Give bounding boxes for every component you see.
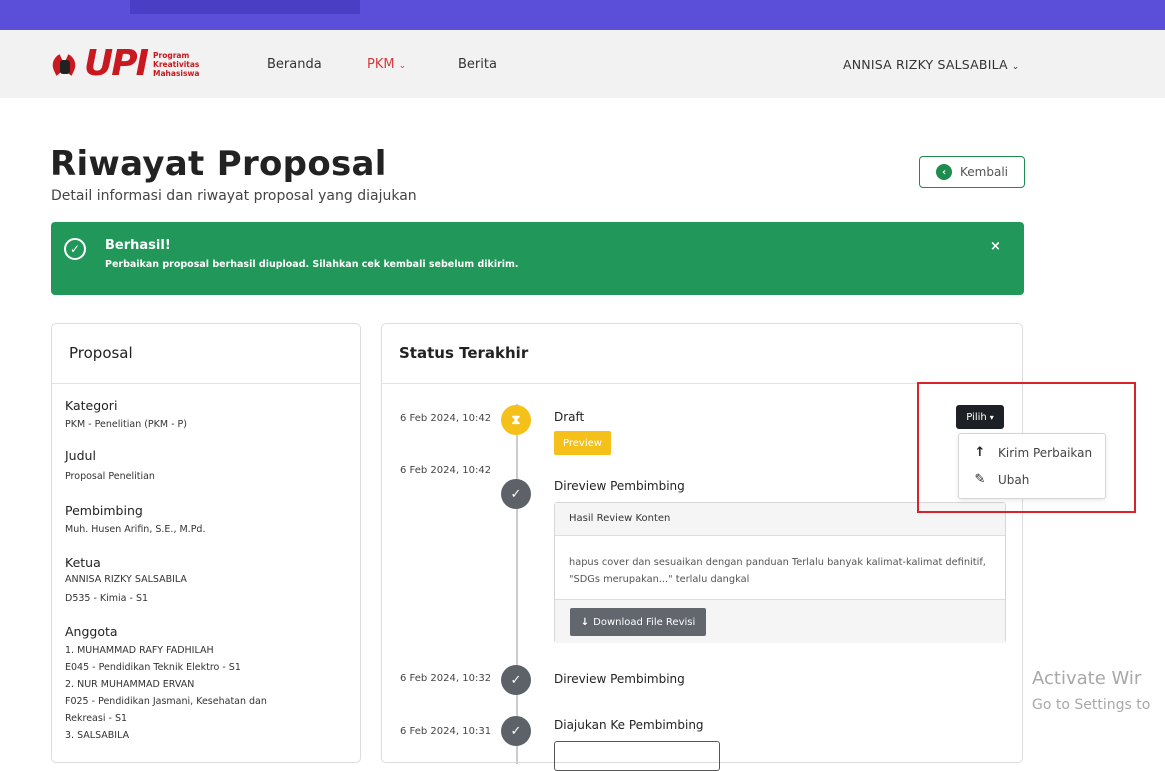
timeline-time: 6 Feb 2024, 10:32 xyxy=(400,673,492,684)
alert-message: Perbaikan proposal berhasil diupload. Si… xyxy=(105,259,519,270)
chevron-left-icon: ‹ xyxy=(936,164,952,180)
timeline-time: 6 Feb 2024, 10:42 xyxy=(400,413,492,424)
review-text: hapus cover dan sesuaikan dengan panduan… xyxy=(569,557,986,585)
back-label: Kembali xyxy=(960,165,1008,179)
page-title: Riwayat Proposal xyxy=(50,144,387,184)
activation-watermark: Activate Wir xyxy=(1032,668,1142,689)
download-revision-button[interactable]: ↓ Download File Revisi xyxy=(570,608,706,636)
proposal-card: Proposal Kategori PKM - Penelitian (PKM … xyxy=(51,323,361,763)
close-icon[interactable]: × xyxy=(990,239,1001,254)
judul-value: Proposal Penelitian xyxy=(65,471,155,482)
user-name: ANNISA RIZKY SALSABILA xyxy=(843,57,1008,72)
download-label: Download File Revisi xyxy=(593,616,696,628)
anggota-item: 1. MUHAMMAD RAFY FADHILAH xyxy=(65,645,214,656)
review-box: Hasil Review Konten hapus cover dan sesu… xyxy=(554,502,1006,643)
timeline-status: Direview Pembimbing xyxy=(554,672,685,686)
ketua-name: ANNISA RIZKY SALSABILA xyxy=(65,574,187,585)
nav-pkm[interactable]: PKM ⌄ xyxy=(367,57,406,72)
proposal-heading: Proposal xyxy=(52,324,360,384)
timeline-time: 6 Feb 2024, 10:42 xyxy=(400,465,492,476)
preview-button[interactable]: Preview xyxy=(554,431,611,455)
nav-beranda[interactable]: Beranda xyxy=(267,57,322,72)
review-footer: ↓ Download File Revisi xyxy=(555,599,1005,643)
chevron-down-icon: ⌄ xyxy=(398,61,407,71)
activation-watermark-sub: Go to Settings to xyxy=(1032,697,1151,713)
back-button[interactable]: ‹ Kembali xyxy=(919,156,1025,188)
logo-wordmark: UPI xyxy=(84,43,149,84)
top-strip-shade xyxy=(130,0,360,14)
user-menu[interactable]: ANNISA RIZKY SALSABILA ⌄ xyxy=(843,57,1020,72)
pembimbing-value: Muh. Husen Arifin, S.E., M.Pd. xyxy=(65,524,206,535)
highlight-annotation-box xyxy=(917,382,1136,513)
check-icon: ✓ xyxy=(501,479,531,509)
check-icon: ✓ xyxy=(501,716,531,746)
anggota-item: Rekreasi - S1 xyxy=(65,713,128,724)
timeline-status: Draft xyxy=(554,410,585,424)
chevron-down-icon: ⌄ xyxy=(1011,62,1020,72)
nav-pkm-label: PKM xyxy=(367,57,395,72)
page-subtitle: Detail informasi dan riwayat proposal ya… xyxy=(51,188,417,204)
kategori-label: Kategori xyxy=(65,398,118,413)
anggota-item: E045 - Pendidikan Teknik Elektro - S1 xyxy=(65,662,241,673)
check-circle-icon: ✓ xyxy=(64,238,86,260)
nav-berita[interactable]: Berita xyxy=(458,57,497,72)
hourglass-icon: ⧗ xyxy=(501,405,531,435)
timeline-line xyxy=(516,404,518,764)
success-alert: ✓ Berhasil! Perbaikan proposal berhasil … xyxy=(51,222,1024,295)
anggota-item: 2. NUR MUHAMMAD ERVAN xyxy=(65,679,195,690)
anggota-item: 3. SALSABILA xyxy=(65,730,130,741)
arrow-down-icon: ↓ xyxy=(580,616,590,628)
browser-top-strip xyxy=(0,0,1165,30)
upi-logo[interactable]: UPI Program Kreativitas Mahasiswa xyxy=(48,43,200,84)
timeline-detail-box xyxy=(554,741,720,771)
timeline-status: Diajukan Ke Pembimbing xyxy=(554,718,704,732)
kategori-value: PKM - Penelitian (PKM - P) xyxy=(65,419,187,430)
check-icon: ✓ xyxy=(501,665,531,695)
status-heading: Status Terakhir xyxy=(382,324,1022,384)
upi-emblem-icon xyxy=(48,52,80,76)
logo-subtitle: Program Kreativitas Mahasiswa xyxy=(153,50,200,78)
judul-label: Judul xyxy=(65,448,96,463)
timeline-status: Direview Pembimbing xyxy=(554,479,685,493)
ketua-info: D535 - Kimia - S1 xyxy=(65,593,149,604)
alert-title: Berhasil! xyxy=(105,238,171,253)
pembimbing-label: Pembimbing xyxy=(65,503,143,518)
timeline-time: 6 Feb 2024, 10:31 xyxy=(400,726,492,737)
anggota-item: F025 - Pendidikan Jasmani, Kesehatan dan xyxy=(65,696,267,707)
anggota-label: Anggota xyxy=(65,624,118,639)
ketua-label: Ketua xyxy=(65,555,101,570)
